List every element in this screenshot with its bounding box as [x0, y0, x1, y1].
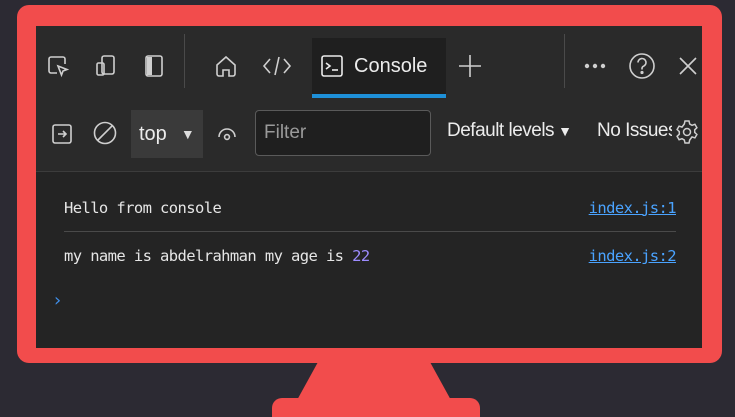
tab-console-label: Console: [354, 54, 428, 77]
help-icon[interactable]: [626, 50, 658, 82]
issues-counter[interactable]: No Issues: [597, 120, 677, 142]
clear-console-icon[interactable]: [90, 118, 120, 148]
message-text: Hello from console: [64, 198, 222, 217]
log-levels-dropdown[interactable]: Default levels ▼: [447, 120, 572, 142]
console-output: Hello from console index.js:1 my name is…: [36, 172, 702, 348]
console-message-text: my name is abdelrahman my age is 22: [64, 247, 370, 265]
devtools-tabbar: Console: [36, 26, 702, 102]
issues-label: No Issues: [597, 120, 677, 141]
source-link[interactable]: index.js:2: [589, 247, 677, 265]
home-icon[interactable]: [212, 52, 240, 80]
devtools-window: Console top ▼ Filter Default levels ▼ No…: [36, 26, 702, 348]
dock-icon[interactable]: [140, 52, 168, 80]
elements-code-icon[interactable]: [260, 52, 294, 80]
add-tab-icon[interactable]: [454, 50, 486, 82]
console-message-text: Hello from console: [64, 198, 222, 217]
monitor-stand-base: [272, 398, 480, 417]
caret-down-icon: ▼: [180, 126, 195, 142]
filter-input[interactable]: [255, 110, 431, 156]
log-levels-label: Default levels: [447, 120, 555, 141]
message-text: my name is abdelrahman my age is: [64, 247, 353, 265]
console-message: my name is abdelrahman my age is 22 inde…: [64, 232, 677, 280]
console-prompt[interactable]: ›: [52, 290, 63, 311]
live-expression-icon[interactable]: [212, 120, 242, 148]
context-selector[interactable]: top ▼: [131, 110, 203, 158]
inspect-icon[interactable]: [44, 52, 72, 80]
close-icon[interactable]: [674, 52, 702, 80]
message-number: 22: [352, 247, 370, 265]
more-icon[interactable]: [580, 50, 610, 82]
caret-down-icon: ▼: [558, 123, 572, 139]
console-message: Hello from console index.js:1: [64, 184, 677, 232]
monitor-stand-neck: [296, 362, 452, 402]
settings-gear-icon[interactable]: [672, 116, 702, 148]
context-selector-value: top: [139, 122, 167, 145]
source-link[interactable]: index.js:1: [589, 199, 677, 217]
device-emulation-icon[interactable]: [92, 52, 120, 80]
stage: Console top ▼ Filter Default levels ▼ No…: [0, 0, 735, 417]
sidebar-toggle-icon[interactable]: [48, 120, 76, 148]
tabbar-divider: [184, 34, 185, 88]
console-toolbar: top ▼ Default levels▼ No Issues: [36, 102, 702, 172]
tabbar-divider-right: [564, 34, 565, 88]
console-icon: [320, 54, 344, 78]
tab-console[interactable]: Console: [312, 38, 446, 98]
